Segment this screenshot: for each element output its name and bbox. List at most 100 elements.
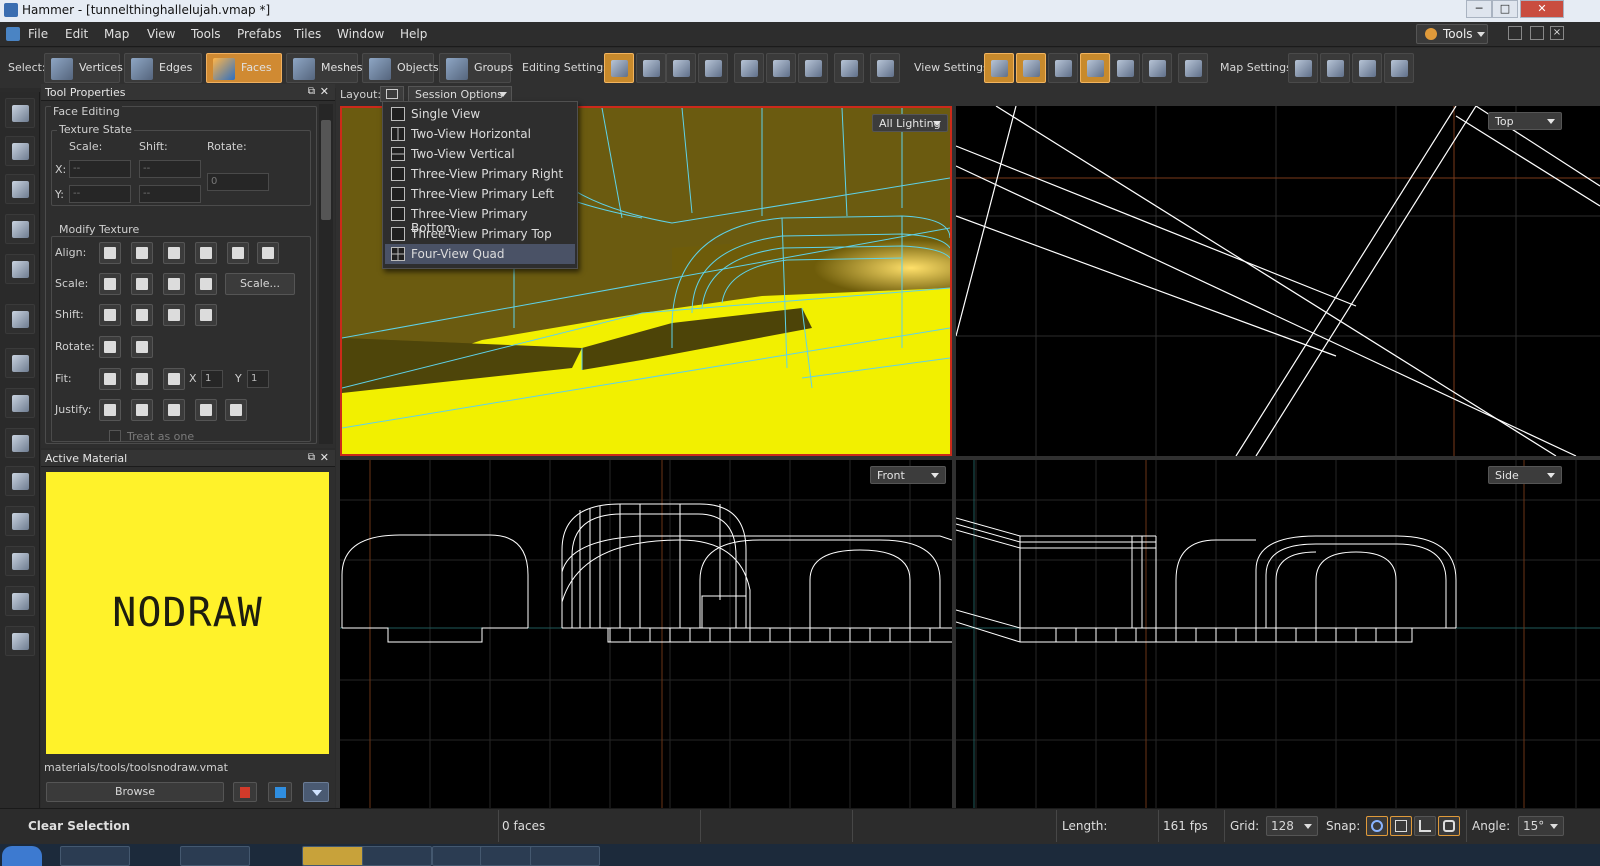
close-inner-button[interactable]: ×: [1550, 26, 1564, 40]
tools-dropdown[interactable]: Tools: [1416, 24, 1488, 44]
align-axis-1-button[interactable]: [195, 242, 217, 264]
menu-file[interactable]: File: [28, 27, 48, 41]
menu-window[interactable]: Window: [337, 27, 384, 41]
layout-two-view-vertical[interactable]: Two-View Vertical: [385, 144, 575, 164]
editing-setting-9-button[interactable]: [870, 53, 900, 83]
scale-v2-button[interactable]: [195, 273, 217, 295]
layout-three-view-primary-top[interactable]: Three-View Primary Top: [385, 224, 575, 244]
scale-x-input[interactable]: --: [69, 160, 131, 178]
close-icon[interactable]: ✕: [320, 85, 329, 98]
restore-button[interactable]: [1508, 26, 1522, 40]
view-setting-1-button[interactable]: [984, 53, 1014, 83]
taskbar-app-2[interactable]: [180, 846, 250, 866]
maximize-inner-button[interactable]: [1530, 26, 1544, 40]
apply-material-button[interactable]: [233, 782, 257, 802]
close-button[interactable]: ✕: [1520, 0, 1564, 18]
select-vertices-button[interactable]: Vertices: [44, 53, 123, 83]
select-meshes-button[interactable]: Meshes: [286, 53, 362, 83]
menu-prefabs[interactable]: Prefabs: [237, 27, 282, 41]
layout-three-view-primary-left[interactable]: Three-View Primary Left: [385, 184, 575, 204]
editing-setting-5-button[interactable]: [734, 53, 764, 83]
shift-right-button[interactable]: [131, 304, 153, 326]
material-preview[interactable]: NODRAW: [46, 472, 329, 754]
shift-left-button[interactable]: [99, 304, 121, 326]
select-objects-button[interactable]: Objects: [362, 53, 439, 83]
view-setting-5-button[interactable]: [1110, 53, 1140, 83]
justify-right-button[interactable]: [131, 399, 153, 421]
properties-scrollbar[interactable]: [319, 104, 333, 444]
float-icon[interactable]: ⧉: [308, 452, 315, 463]
perspective-render-mode-dropdown[interactable]: All Lighting: [872, 114, 948, 132]
editing-setting-6-button[interactable]: [766, 53, 796, 83]
scale-h-button[interactable]: [99, 273, 121, 295]
map-setting-3-button[interactable]: [1352, 53, 1382, 83]
scale-y-input[interactable]: --: [69, 185, 131, 203]
pivot-tool-button[interactable]: [5, 254, 35, 284]
menu-edit[interactable]: Edit: [65, 27, 88, 41]
taskbar-app-7[interactable]: [530, 846, 600, 866]
map-setting-4-button[interactable]: [1384, 53, 1414, 83]
view-setting-3-button[interactable]: [1048, 53, 1078, 83]
rotate-tool-button[interactable]: [5, 174, 35, 204]
scale-dialog-button[interactable]: Scale...: [225, 273, 295, 295]
layout-three-view-primary-right[interactable]: Three-View Primary Right: [385, 164, 575, 184]
fit-x-input[interactable]: 1: [201, 370, 223, 388]
menu-tiles[interactable]: Tiles: [294, 27, 321, 41]
shift-x-input[interactable]: --: [139, 160, 201, 178]
rotate-input[interactable]: 0: [207, 173, 269, 191]
fit-both-button[interactable]: [99, 368, 121, 390]
align-axis-2-button[interactable]: [227, 242, 249, 264]
rotate-ccw-button[interactable]: [99, 336, 121, 358]
foliage-tool-button[interactable]: [5, 586, 35, 616]
justify-bottom-button[interactable]: [195, 399, 217, 421]
fit-x-button[interactable]: [131, 368, 153, 390]
menu-help[interactable]: Help: [400, 27, 427, 41]
select-groups-button[interactable]: Groups: [439, 53, 513, 83]
view-setting-4-button[interactable]: [1080, 53, 1110, 83]
material-tool-button[interactable]: [5, 466, 35, 496]
align-view-button[interactable]: [163, 242, 185, 264]
maximize-button[interactable]: □: [1492, 0, 1518, 18]
fit-y-input[interactable]: 1: [247, 370, 269, 388]
snap-grid-toggle[interactable]: [1366, 816, 1388, 836]
start-button[interactable]: [2, 846, 42, 866]
editing-setting-8-button[interactable]: [834, 53, 864, 83]
snap-surface-toggle[interactable]: [1438, 816, 1460, 836]
select-tool-button[interactable]: [5, 98, 35, 128]
justify-left-button[interactable]: [99, 399, 121, 421]
scale-v-button[interactable]: [163, 273, 185, 295]
menu-map[interactable]: Map: [104, 27, 129, 41]
menu-view[interactable]: View: [147, 27, 175, 41]
shift-up-button[interactable]: [163, 304, 185, 326]
path-tool-button[interactable]: [5, 428, 35, 458]
grid-tool-button[interactable]: [5, 626, 35, 656]
material-options-button[interactable]: [303, 782, 329, 802]
align-face-button[interactable]: [131, 242, 153, 264]
snap-vertex-toggle[interactable]: [1390, 816, 1412, 836]
session-options-dropdown[interactable]: Session Options: [408, 86, 512, 102]
taskbar-app-1[interactable]: [60, 846, 130, 866]
taskbar-app-4[interactable]: [362, 846, 432, 866]
tile-tool-button[interactable]: [5, 546, 35, 576]
scale-tool-button[interactable]: [5, 214, 35, 244]
map-setting-2-button[interactable]: [1320, 53, 1350, 83]
view-setting-2-button[interactable]: [1016, 53, 1046, 83]
fit-y-button[interactable]: [163, 368, 185, 390]
top-viewport[interactable]: Top: [956, 106, 1600, 456]
shift-down-button[interactable]: [195, 304, 217, 326]
align-world-button[interactable]: [99, 242, 121, 264]
clear-selection-button[interactable]: Clear Selection: [28, 819, 130, 833]
layout-single-view[interactable]: Single View: [385, 104, 575, 124]
justify-top-button[interactable]: [163, 399, 185, 421]
map-setting-1-button[interactable]: [1288, 53, 1318, 83]
block-tool-button[interactable]: [5, 348, 35, 378]
select-edges-button[interactable]: Edges: [124, 53, 202, 83]
side-viewport[interactable]: Side: [956, 460, 1600, 808]
side-view-dropdown[interactable]: Side: [1488, 466, 1562, 484]
snap-angle-toggle[interactable]: [1414, 816, 1436, 836]
editing-setting-4-button[interactable]: [698, 53, 728, 83]
grid-size-select[interactable]: 128: [1266, 816, 1318, 836]
scrollbar-thumb[interactable]: [321, 120, 331, 220]
select-faces-button[interactable]: Faces: [206, 53, 282, 83]
justify-center-button[interactable]: [225, 399, 247, 421]
